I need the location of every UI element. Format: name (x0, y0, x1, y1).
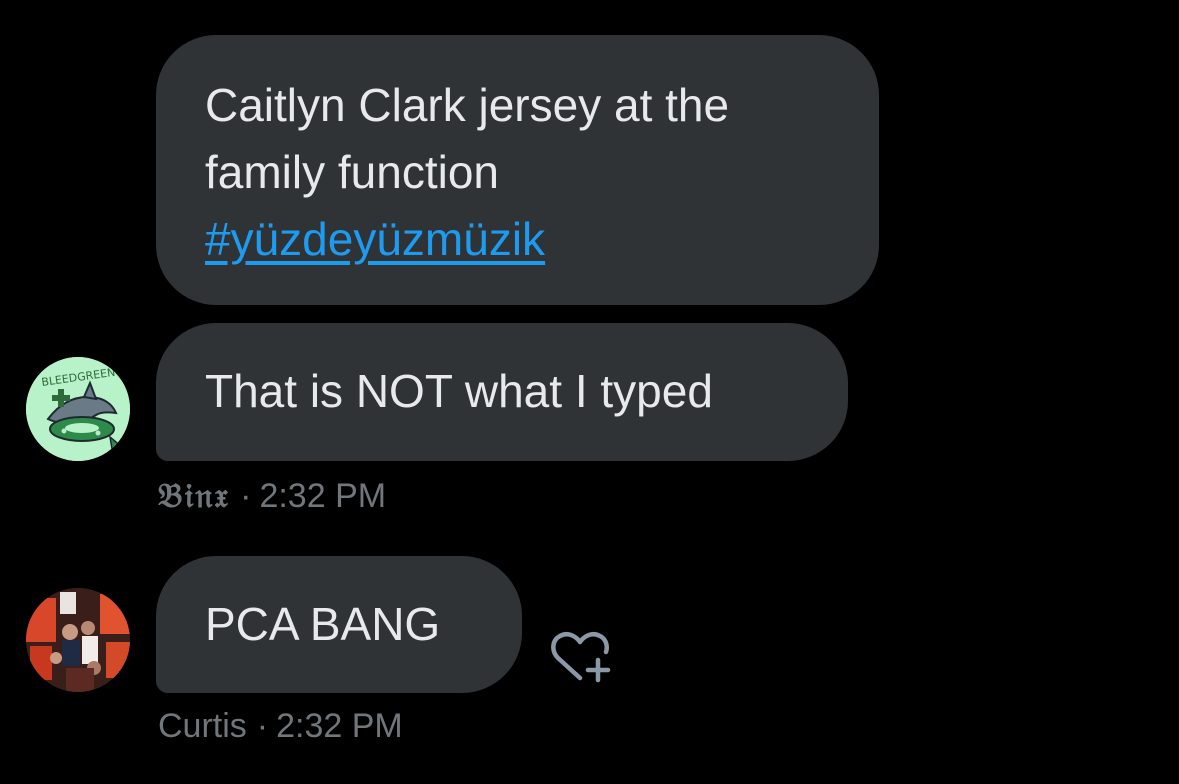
crowd-photo-icon (26, 588, 130, 692)
message-bubble[interactable]: PCA BANG (156, 556, 522, 693)
meta-separator: · (256, 707, 269, 745)
message-text-line: family function (205, 146, 500, 198)
meta-separator: · (240, 477, 252, 515)
message-bubble[interactable]: That is NOT what I typed (156, 323, 848, 461)
message-text: That is NOT what I typed (205, 365, 713, 417)
hashtag-link[interactable]: #yüzdeyüzmüzik (205, 213, 545, 265)
add-reaction-button[interactable] (550, 628, 616, 686)
avatar[interactable] (26, 588, 130, 692)
avatar[interactable]: BLEEDGREEN (26, 357, 130, 461)
sender-name[interactable]: 𝔅𝔦𝔫𝔵 (158, 476, 230, 516)
message-timestamp: 2:32 PM (259, 477, 387, 515)
message-text: PCA BANG (205, 598, 441, 650)
message-meta: 𝔅𝔦𝔫𝔵 · 2:32 PM (158, 476, 386, 516)
heart-plus-icon (551, 632, 611, 683)
message-timestamp: 2:32 PM (276, 707, 403, 745)
message-meta: Curtis · 2:32 PM (158, 707, 403, 746)
sender-name[interactable]: Curtis (158, 707, 247, 745)
bleedgreen-logo-icon: BLEEDGREEN (26, 357, 130, 461)
message-bubble[interactable]: Caitlyn Clark jersey at the family funct… (156, 35, 879, 305)
message-text-line: Caitlyn Clark jersey at the (205, 79, 730, 131)
